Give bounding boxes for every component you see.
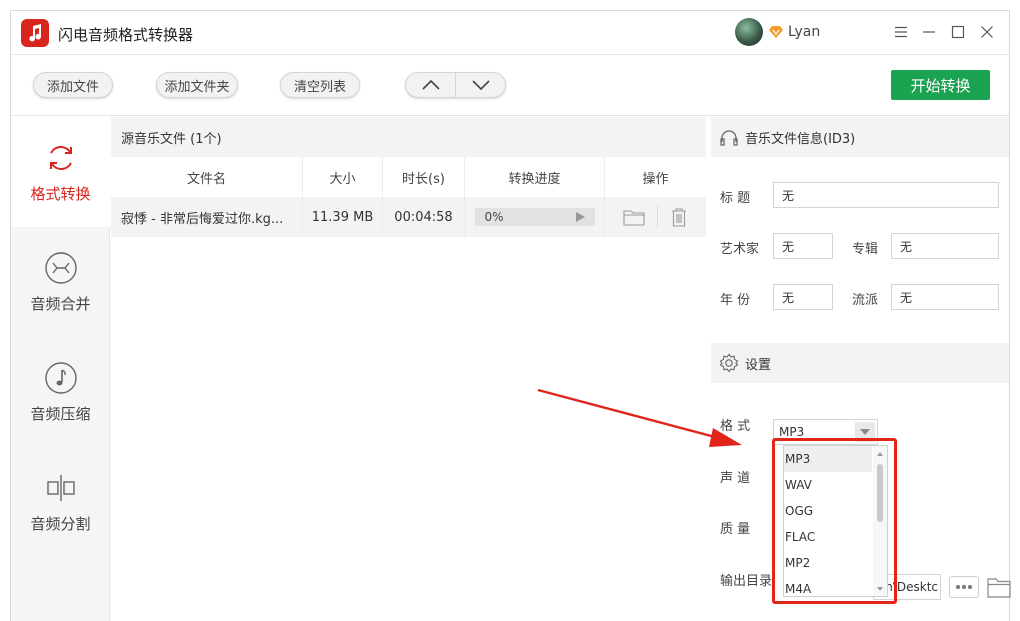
genre-field[interactable]: 无: [891, 284, 999, 310]
year-label: 年 份: [720, 293, 751, 308]
file-table: 文件名 大小 时长(s) 转换进度 操作 寂悸 - 非常后悔爱过你.kg... …: [111, 157, 706, 237]
scroll-up-icon[interactable]: [873, 450, 887, 460]
trash-icon[interactable]: [670, 207, 688, 227]
avatar[interactable]: [735, 18, 763, 46]
format-label: 格 式: [720, 419, 751, 434]
sidebar-item-format-convert[interactable]: 格式转换: [11, 117, 110, 227]
progress-text: 0%: [484, 210, 504, 224]
sidebar-item-label: 音频合并: [30, 295, 91, 313]
format-option-m4a[interactable]: M4A: [784, 576, 872, 596]
format-option-mp2[interactable]: MP2: [784, 550, 872, 576]
settings-header: 设置: [711, 343, 1009, 383]
file-list-header: 源音乐文件 (1个): [111, 117, 706, 157]
column-header-actions: 操作: [642, 171, 669, 187]
action-divider: [657, 206, 658, 228]
year-field[interactable]: 无: [773, 284, 833, 310]
album-label: 专辑: [852, 242, 879, 257]
chevron-down-icon[interactable]: [855, 422, 875, 442]
minimize-icon[interactable]: [919, 22, 939, 42]
folder-icon[interactable]: [623, 208, 645, 226]
move-down-button[interactable]: [456, 73, 505, 97]
column-header-duration: 时长(s): [383, 157, 465, 197]
gear-icon: [719, 353, 739, 373]
format-dropdown-list: MP3 WAV OGG FLAC MP2 M4A: [783, 445, 888, 597]
add-folder-button[interactable]: 添加文件夹: [156, 72, 238, 98]
headphones-icon: [720, 130, 738, 146]
format-option-ogg[interactable]: OGG: [784, 498, 872, 524]
format-option-flac[interactable]: FLAC: [784, 524, 872, 550]
sidebar: 格式转换 音频合并 音频压缩 音频分割: [11, 117, 110, 621]
quality-label: 质 量: [720, 522, 751, 537]
file-name: 寂悸 - 非常后悔爱过你.kg...: [111, 197, 303, 237]
progress-bar: 0%: [474, 208, 595, 226]
user-name[interactable]: Lyan: [788, 24, 820, 40]
dropdown-scrollbar[interactable]: [873, 446, 887, 596]
genre-label: 流派: [852, 293, 879, 308]
clear-list-button[interactable]: 清空列表: [280, 72, 360, 98]
app-title: 闪电音频格式转换器: [58, 26, 194, 44]
settings-title: 设置: [745, 357, 772, 373]
actions-cell: [605, 197, 706, 237]
progress-cell: 0%: [465, 197, 605, 237]
sidebar-item-label: 音频分割: [30, 515, 91, 533]
album-field[interactable]: 无: [891, 233, 999, 259]
title-label: 标 题: [720, 191, 751, 206]
add-file-button[interactable]: 添加文件: [33, 72, 113, 98]
table-row[interactable]: 寂悸 - 非常后悔爱过你.kg... 11.39 MB 00:04:58 0%: [111, 197, 706, 237]
format-option-wav[interactable]: WAV: [784, 472, 872, 498]
artist-field[interactable]: 无: [773, 233, 833, 259]
file-list-panel: 源音乐文件 (1个) 文件名 大小 时长(s) 转换进度 操作 寂悸 - 非常后…: [111, 117, 706, 621]
app-logo-icon: [21, 19, 49, 47]
play-icon[interactable]: [575, 212, 585, 222]
more-dots-icon: [956, 585, 972, 589]
refresh-icon: [49, 146, 72, 170]
sidebar-item-label: 格式转换: [30, 185, 91, 203]
browse-button[interactable]: [949, 576, 979, 598]
column-header-progress: 转换进度: [465, 157, 605, 197]
sidebar-item-audio-compress[interactable]: 音频压缩: [11, 337, 110, 447]
sidebar-item-audio-split[interactable]: 音频分割: [11, 447, 110, 557]
title-field[interactable]: 无: [773, 182, 999, 208]
maximize-icon[interactable]: [948, 22, 968, 42]
id3-title: 音乐文件信息(ID3): [745, 131, 856, 147]
move-buttons: [405, 72, 506, 98]
output-dir-label: 输出目录: [720, 574, 773, 589]
file-duration: 00:04:58: [383, 197, 465, 237]
move-up-button[interactable]: [406, 73, 456, 97]
sidebar-item-label: 音频压缩: [30, 405, 91, 423]
app-window: 闪电音频格式转换器 Lyan 添加文件 添加文件夹 清空列表 开始转换 格式转换…: [10, 10, 1011, 621]
column-header-size: 大小: [303, 157, 383, 197]
toolbar: 添加文件 添加文件夹 清空列表 开始转换: [11, 56, 1009, 116]
vip-diamond-icon: [769, 26, 783, 38]
id3-header: 音乐文件信息(ID3): [711, 117, 1009, 157]
sidebar-item-audio-merge[interactable]: 音频合并: [11, 227, 110, 337]
open-folder-icon[interactable]: [987, 576, 1011, 598]
split-icon: [46, 475, 75, 501]
start-convert-button[interactable]: 开始转换: [891, 70, 990, 100]
file-size: 11.39 MB: [303, 197, 383, 237]
column-header-filename: 文件名: [111, 157, 303, 197]
menu-icon[interactable]: [891, 22, 911, 42]
format-select[interactable]: MP3: [773, 419, 878, 445]
format-selected-value: MP3: [779, 425, 805, 439]
chevron-down-icon: [471, 80, 490, 90]
channel-label: 声 道: [720, 471, 751, 486]
title-bar: 闪电音频格式转换器 Lyan: [11, 11, 1009, 55]
merge-icon: [44, 252, 77, 284]
scrollbar-thumb[interactable]: [877, 464, 883, 522]
format-option-mp3[interactable]: MP3: [784, 446, 872, 472]
scroll-down-icon[interactable]: [873, 584, 887, 594]
artist-label: 艺术家: [720, 242, 760, 257]
music-note-icon: [44, 362, 77, 394]
chevron-up-icon: [421, 80, 440, 90]
table-header: 文件名 大小 时长(s) 转换进度 操作: [111, 157, 706, 197]
close-icon[interactable]: [977, 22, 997, 42]
